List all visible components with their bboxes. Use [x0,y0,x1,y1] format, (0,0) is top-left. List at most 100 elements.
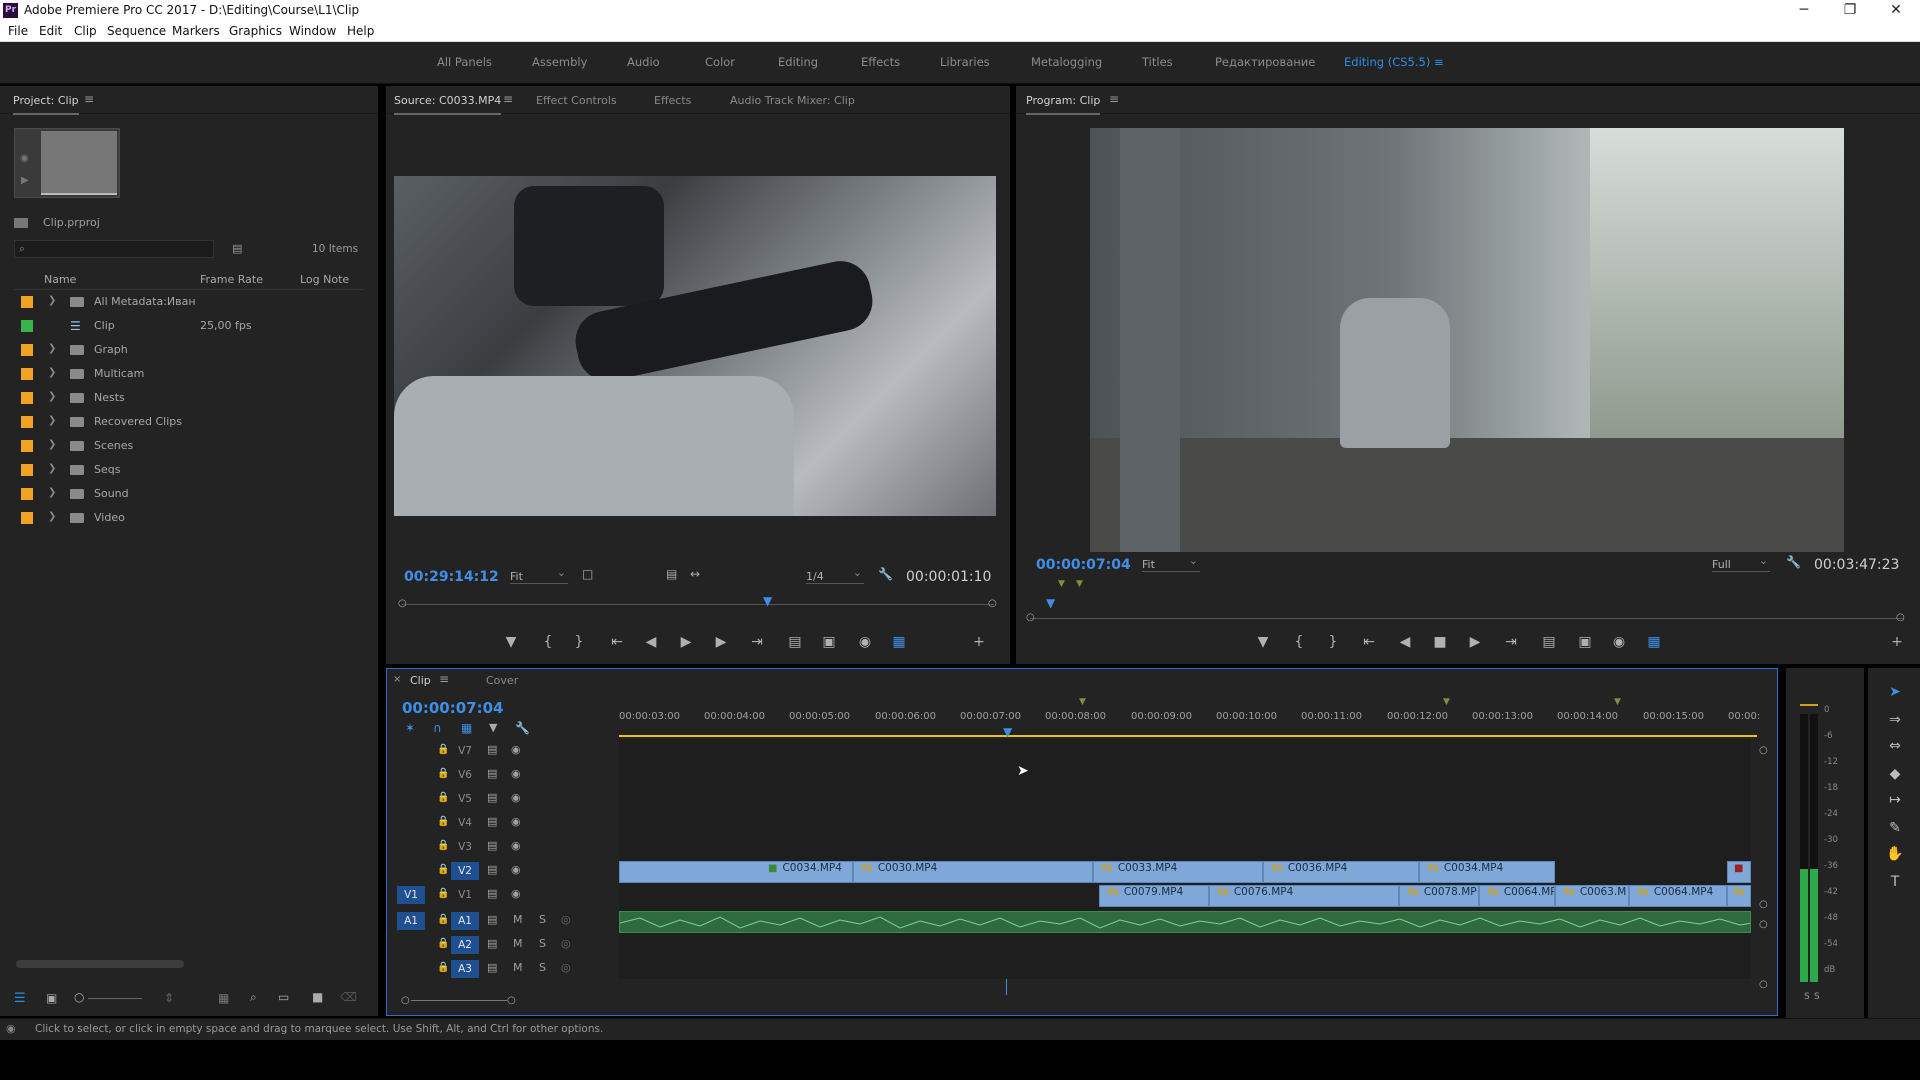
trash-icon[interactable]: ⌫ [340,990,357,1004]
chevron-right-icon[interactable]: ❯ [48,439,56,450]
timeline-playhead-handle[interactable]: ▼ [1003,725,1012,739]
marker-icon[interactable]: ▼ [1443,697,1450,707]
eye-icon[interactable]: ◉ [511,791,521,804]
step-back-icon[interactable]: ◀ [640,634,662,650]
label-color-swatch[interactable] [21,296,33,308]
sync-lock-icon[interactable]: ▤ [487,887,497,900]
icon-view-icon[interactable]: ▣ [46,991,57,1005]
column-log-note[interactable]: Log Note [300,273,349,286]
workspace-assembly[interactable]: Assembly [532,55,587,69]
timeline-clip[interactable]: fx C0033.MP4 [1093,861,1263,883]
marker-icon[interactable]: ▼ [1614,697,1621,707]
lock-icon[interactable]: 🔒 [437,888,449,899]
workspace-russian-editing[interactable]: Редактирование [1215,55,1315,69]
mute-button[interactable]: M [513,913,523,926]
timeline-clip[interactable]: fx C0064.MP4 [1629,885,1727,907]
menu-sequence[interactable]: Sequence [107,24,166,38]
add-button-icon[interactable]: + [968,634,990,650]
label-color-swatch[interactable] [21,512,33,524]
solo-right-button[interactable]: S [1814,992,1820,1002]
minimize-button[interactable]: ─ [1782,0,1826,22]
marker-icon[interactable]: ▼ [1079,697,1086,707]
list-item[interactable]: ❯ Seqs [14,458,364,482]
pen-tool-icon[interactable]: ✎ [1880,820,1910,842]
project-menu-icon[interactable]: ≡ [84,92,94,106]
label-color-swatch[interactable] [21,320,33,332]
lock-icon[interactable]: 🔒 [437,864,449,875]
source-resolution-dropdown[interactable]: 1/4 [806,566,864,584]
timeline-clip[interactable]: fx C0063.M [1555,885,1629,907]
close-icon[interactable]: × [393,674,401,685]
column-frame-rate[interactable]: Frame Rate [200,273,263,286]
sync-lock-icon[interactable]: ▤ [487,913,497,926]
ripple-edit-tool-icon[interactable]: ⇔ [1880,738,1910,760]
eye-icon[interactable]: ◉ [511,743,521,756]
eye-icon[interactable]: ◉ [511,863,521,876]
zoom-slider-track[interactable] [88,998,142,999]
label-color-swatch[interactable] [21,368,33,380]
timeline-clip[interactable]: fx C0030.MP4 [853,861,1093,883]
track-target-v5[interactable]: V5 [451,790,479,808]
lock-icon[interactable]: 🔒 [437,938,449,949]
add-marker-icon[interactable]: ▼ [500,634,522,650]
hand-tool-icon[interactable]: ✋ [1880,846,1910,868]
track-target-v1[interactable]: V1 [451,886,479,904]
tab-program[interactable]: Program: Clip [1026,94,1101,115]
solo-left-button[interactable]: S [1804,992,1810,1002]
slip-tool-icon[interactable]: ↦ [1880,792,1910,814]
insert-button-icon[interactable]: ▤ [784,634,806,650]
program-playhead-timecode[interactable]: 00:00:07:04 [1036,557,1131,573]
find-icon[interactable]: ⌕ [250,990,257,1005]
eye-icon[interactable]: ◉ [511,839,521,852]
lock-icon[interactable]: 🔒 [437,744,449,755]
add-marker-icon[interactable]: ▼ [1252,634,1274,650]
track-target-v6[interactable]: V6 [451,766,479,784]
source-menu-icon[interactable]: ≡ [503,92,513,106]
button-editor-icon[interactable]: ▦ [1643,634,1665,650]
work-area-bar[interactable] [619,735,1757,737]
type-tool-icon[interactable]: T [1880,874,1910,896]
lock-icon[interactable]: 🔒 [437,962,449,973]
sync-lock-icon[interactable]: ▤ [487,961,497,974]
column-name[interactable]: Name [44,273,76,286]
tab-effect-controls[interactable]: Effect Controls [536,94,617,107]
linked-selection-icon[interactable]: ▦ [461,721,472,735]
sync-lock-icon[interactable]: ▤ [487,791,497,804]
list-item[interactable]: ❯ Recovered Clips [14,410,364,434]
chevron-right-icon[interactable]: ❯ [48,415,56,426]
play-button[interactable]: ▶ [675,634,697,650]
project-search-input[interactable]: ⌕ [14,240,214,258]
automate-to-sequence-icon[interactable]: ▦ [218,991,229,1005]
menu-markers[interactable]: Markers [172,24,220,38]
program-zoom-right-handle[interactable]: ○ [1896,612,1905,623]
sort-icon[interactable]: ⇕ [164,991,174,1005]
step-back-icon[interactable]: ◀ [1394,634,1416,650]
list-view-icon[interactable]: ☰ [14,991,26,1006]
chevron-right-icon[interactable]: ❯ [48,367,56,378]
horizontal-scrollbar[interactable] [411,1000,507,1001]
lock-icon[interactable]: 🔒 [437,768,449,779]
extract-icon[interactable]: ▣ [1574,634,1596,650]
label-color-swatch[interactable] [21,440,33,452]
mark-out-icon[interactable]: } [1322,634,1344,650]
track-lanes[interactable] [619,739,1751,979]
timeline-clip[interactable]: fx C0076.MP4 [1209,885,1399,907]
workspace-effects[interactable]: Effects [861,55,900,69]
track-target-v7[interactable]: V7 [451,742,479,760]
mark-in-icon[interactable]: { [537,634,559,650]
new-bin-icon[interactable]: ▭ [278,990,289,1004]
tab-effects[interactable]: Effects [654,94,691,107]
export-frame-icon[interactable]: ◉ [854,634,876,650]
tab-sequence-clip[interactable]: Clip [410,674,431,687]
source-playhead[interactable]: ▼ [763,594,772,608]
label-color-swatch[interactable] [21,488,33,500]
eye-icon[interactable]: ◉ [511,767,521,780]
program-menu-icon[interactable]: ≡ [1109,92,1119,106]
program-video-frame[interactable] [1090,128,1844,552]
timeline-settings-wrench-icon[interactable]: 🔧 [515,721,530,735]
go-to-out-icon[interactable]: ⇥ [1500,634,1522,650]
track-target-v4[interactable]: V4 [451,814,479,832]
eye-icon[interactable]: ◉ [511,815,521,828]
sync-lock-icon[interactable]: ▤ [487,815,497,828]
snap-icon[interactable]: ∩ [433,721,442,735]
